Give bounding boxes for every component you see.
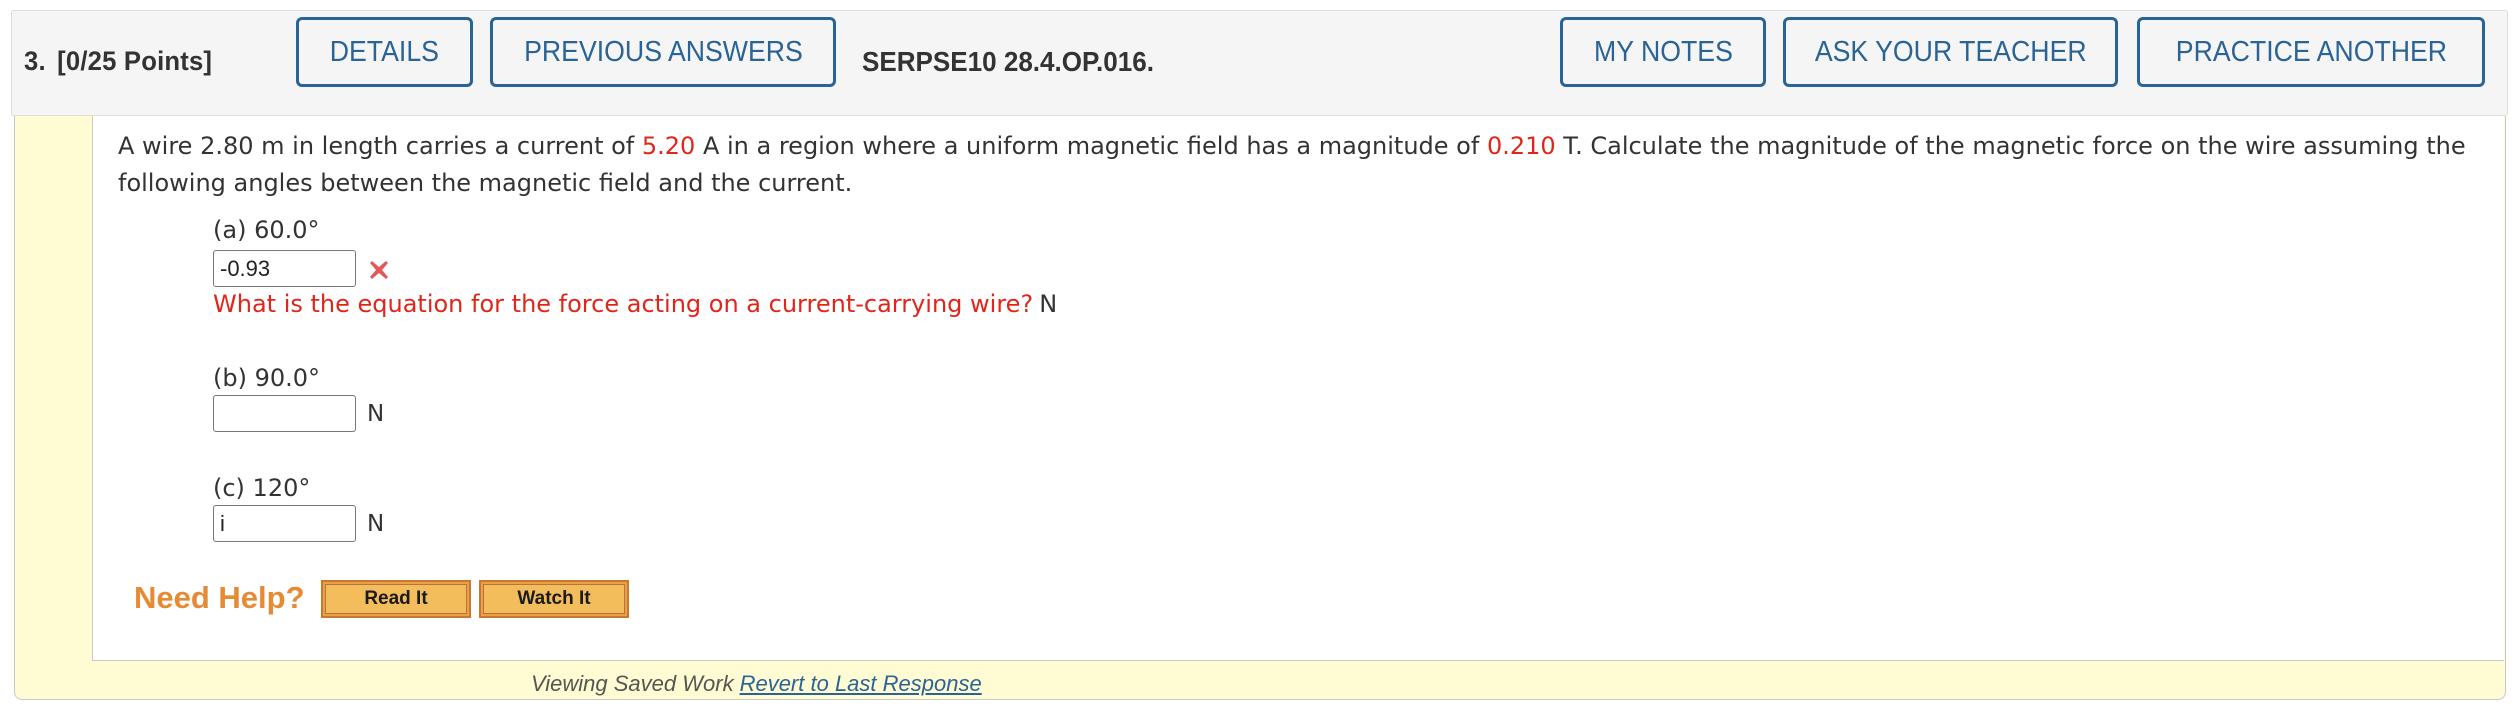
question-number-points: 3. [0/25 Points] xyxy=(24,46,212,77)
hint-text: What is the equation for the force actin… xyxy=(213,290,1034,318)
part-a-label: (a) 60.0° xyxy=(213,216,320,244)
question-text-part: A wire 2.80 m in length carries a curren… xyxy=(118,132,642,160)
practice-another-button[interactable]: PRACTICE ANOTHER xyxy=(2137,17,2485,87)
x-mark-icon xyxy=(370,261,388,279)
ask-your-teacher-button[interactable]: ASK YOUR TEACHER xyxy=(1783,17,2118,87)
part-a-unit: N xyxy=(1039,290,1058,318)
question-id: SERPSE10 28.4.OP.016. xyxy=(862,46,1154,77)
part-a-hint: What is the equation for the force actin… xyxy=(213,290,1057,318)
ask-your-teacher-button-label: ASK YOUR TEACHER xyxy=(1814,35,2087,68)
saved-work-status: Viewing Saved Work Revert to Last Respons… xyxy=(531,671,982,697)
part-c-answer-input[interactable] xyxy=(213,505,356,542)
practice-another-button-label: PRACTICE ANOTHER xyxy=(2175,35,2447,68)
points-label: [0/25 Points] xyxy=(57,46,213,76)
field-value: 0.210 xyxy=(1486,132,1556,160)
my-notes-button-label: MY NOTES xyxy=(1593,35,1733,68)
previous-answers-button[interactable]: PREVIOUS ANSWERS xyxy=(490,17,836,87)
part-a-answer-input[interactable] xyxy=(213,250,356,287)
viewing-saved-work-text: Viewing Saved Work xyxy=(531,671,734,696)
previous-answers-button-label: PREVIOUS ANSWERS xyxy=(523,35,803,68)
question-text-part: A in a region where a uniform magnetic f… xyxy=(695,132,1487,160)
watch-it-button[interactable]: Watch It xyxy=(479,580,629,618)
part-b-unit: N xyxy=(367,401,385,427)
current-value: 5.20 xyxy=(641,132,696,160)
need-help-label: Need Help? xyxy=(134,580,305,615)
read-it-button[interactable]: Read It xyxy=(321,580,471,618)
details-button-label: DETAILS xyxy=(329,35,440,68)
question-number: 3. xyxy=(24,46,46,76)
part-c-unit: N xyxy=(367,511,385,537)
revert-to-last-response-link[interactable]: Revert to Last Response xyxy=(740,671,982,696)
question-text: A wire 2.80 m in length carries a curren… xyxy=(118,128,2498,202)
part-b-label: (b) 90.0° xyxy=(213,364,321,392)
part-c-label: (c) 120° xyxy=(213,474,311,502)
part-b-answer-input[interactable] xyxy=(213,395,356,432)
my-notes-button[interactable]: MY NOTES xyxy=(1560,17,1766,87)
details-button[interactable]: DETAILS xyxy=(296,17,473,87)
